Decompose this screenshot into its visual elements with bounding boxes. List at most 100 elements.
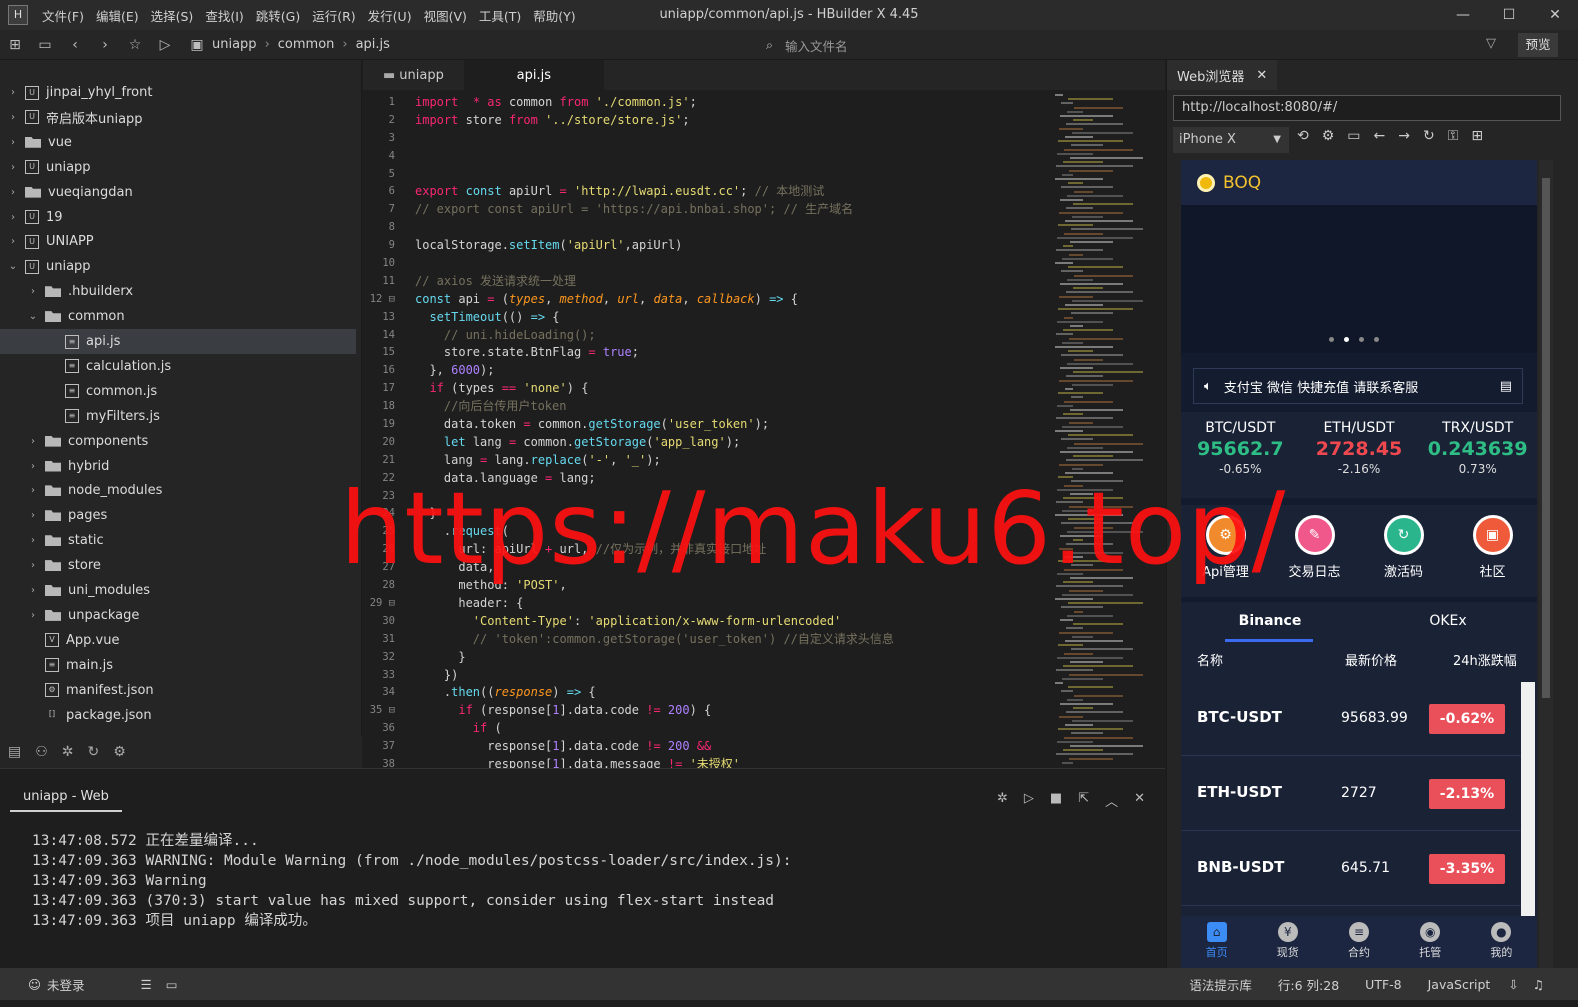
tree-item[interactable]: ≡ calculation.js xyxy=(0,354,356,379)
tree-item[interactable]: › vueqiangdan xyxy=(0,180,356,205)
code-area[interactable]: import * as common from './common.js'; im… xyxy=(415,94,1055,774)
lock-icon[interactable]: ⚿ xyxy=(1448,128,1459,144)
back-icon[interactable]: ‹ xyxy=(60,37,90,53)
collapse-icon[interactable]: ︿ xyxy=(1105,791,1118,810)
language-mode[interactable]: JavaScript xyxy=(1428,977,1491,992)
quick-action[interactable]: ↻ 激活码 xyxy=(1359,505,1448,597)
minimap[interactable] xyxy=(1055,94,1157,768)
save-icon[interactable]: ▭ xyxy=(30,37,60,53)
browser-scrollbar[interactable] xyxy=(1539,160,1553,968)
outline-icon[interactable]: ☰ xyxy=(141,977,152,992)
quick-action[interactable]: ✎ 交易日志 xyxy=(1270,505,1359,597)
tree-item[interactable]: [] package.json xyxy=(0,703,356,728)
debug-icon[interactable]: ✲ xyxy=(997,791,1008,810)
exchange-tab[interactable]: OKEx xyxy=(1359,602,1537,642)
tab-web-browser[interactable]: Web浏览器 ✕ xyxy=(1167,60,1278,90)
ticker-item[interactable]: BTC/USDT 95662.7 -0.65% xyxy=(1181,412,1300,498)
menu-item[interactable]: 查找(I) xyxy=(199,6,249,25)
forward-icon[interactable]: › xyxy=(90,37,120,53)
filter-icon[interactable]: ▽ xyxy=(1486,36,1496,51)
tree-item[interactable]: › U 帝启版本uniapp xyxy=(0,105,356,130)
tree-item[interactable]: ⚙ manifest.json xyxy=(0,678,356,703)
user-icon[interactable]: ☺ xyxy=(28,977,41,992)
tree-item[interactable]: › node_modules xyxy=(0,478,356,503)
list-scrollbar[interactable] xyxy=(1521,682,1535,918)
nav-item[interactable]: ≡ 合约 xyxy=(1323,916,1394,968)
tree-item[interactable]: › .hbuilderx xyxy=(0,279,356,304)
tree-item[interactable]: › U 19 xyxy=(0,205,356,230)
tree-item[interactable]: ≡ myFilters.js xyxy=(0,404,356,429)
plugins-icon[interactable]: ⚇ xyxy=(35,744,48,760)
download-icon[interactable]: ⇩ xyxy=(1508,977,1518,992)
nav-item[interactable]: ¥ 现货 xyxy=(1252,916,1323,968)
menu-item[interactable]: 发行(U) xyxy=(362,6,418,25)
syntax-hint[interactable]: 语法提示库 xyxy=(1189,975,1252,994)
debug-icon[interactable]: ✲ xyxy=(62,744,74,760)
cursor-position[interactable]: 行:6 列:28 xyxy=(1278,975,1339,994)
close-icon[interactable]: ✕ xyxy=(1532,0,1578,30)
refresh-icon[interactable]: ↻ xyxy=(1423,128,1435,144)
tree-item[interactable]: ≡ common.js xyxy=(0,379,356,404)
quick-action[interactable]: ▣ 社区 xyxy=(1448,505,1537,597)
list-icon[interactable]: ▤ xyxy=(1500,379,1512,394)
carousel-dot[interactable] xyxy=(1329,337,1334,342)
close-icon[interactable]: ✕ xyxy=(1256,68,1267,83)
menu-item[interactable]: 帮助(Y) xyxy=(527,6,581,25)
nav-item[interactable]: ⌂ 首页 xyxy=(1181,916,1252,968)
tree-item[interactable]: › hybrid xyxy=(0,454,356,479)
gear-icon[interactable]: ⚙ xyxy=(1322,128,1335,144)
login-status[interactable]: 未登录 xyxy=(47,975,85,994)
tree-item[interactable]: › Uuniapp xyxy=(0,155,356,180)
menu-item[interactable]: 视图(V) xyxy=(418,6,473,25)
exchange-tab[interactable]: Binance xyxy=(1181,602,1359,642)
tree-item[interactable]: ≡ main.js xyxy=(0,653,356,678)
tree-item[interactable]: › unpackage xyxy=(0,603,356,628)
stop-icon[interactable]: ■ xyxy=(1050,791,1062,810)
notice-bar[interactable]: 🔈︎ 支付宝 微信 快捷充值 请联系客服 ▤ xyxy=(1193,368,1523,404)
menu-item[interactable]: 选择(S) xyxy=(145,6,200,25)
preview-button[interactable]: 预览 xyxy=(1518,33,1558,57)
restart-icon[interactable]: ▷ xyxy=(1024,791,1034,810)
breadcrumb-item[interactable]: common xyxy=(278,37,335,52)
tree-item[interactable]: › uni_modules xyxy=(0,578,356,603)
minimize-icon[interactable]: — xyxy=(1440,0,1486,30)
breadcrumb-item[interactable]: api.js xyxy=(356,37,390,52)
menu-item[interactable]: 运行(R) xyxy=(306,6,361,25)
banner-carousel[interactable] xyxy=(1181,205,1537,353)
tree-item[interactable]: › U UNIAPP xyxy=(0,229,356,254)
tree-item[interactable]: › static xyxy=(0,528,356,553)
carousel-dot[interactable] xyxy=(1344,337,1349,342)
device-select[interactable]: iPhone X ▼ xyxy=(1173,127,1289,153)
carousel-dot[interactable] xyxy=(1374,337,1379,342)
star-icon[interactable]: ☆ xyxy=(120,37,150,53)
explorer-icon[interactable]: ▤ xyxy=(8,744,21,760)
source-control-icon[interactable]: ↻ xyxy=(88,744,100,760)
tree-item[interactable]: › pages xyxy=(0,503,356,528)
url-input[interactable]: http://localhost:8080/#/ xyxy=(1173,95,1561,121)
tree-item[interactable]: V App.vue xyxy=(0,628,356,653)
nav-item[interactable]: ● 我的 xyxy=(1466,916,1537,968)
carousel-dot[interactable] xyxy=(1359,337,1364,342)
tree-item[interactable]: › components xyxy=(0,429,356,454)
market-row[interactable]: ETH-USDT 2727 -2.13% xyxy=(1181,757,1521,831)
ticker-item[interactable]: ETH/USDT 2728.45 -2.16% xyxy=(1300,412,1419,498)
run-icon[interactable]: ▷ xyxy=(150,37,180,53)
tree-item[interactable]: › vue xyxy=(0,130,356,155)
scroll-thumb[interactable] xyxy=(1542,178,1550,698)
bell-icon[interactable]: ♫ xyxy=(1533,977,1544,992)
tab-api-js[interactable]: api.js xyxy=(463,60,604,90)
tree-item[interactable]: › store xyxy=(0,553,356,578)
console-tab[interactable]: uniapp - Web xyxy=(10,789,122,812)
menu-item[interactable]: 跳转(G) xyxy=(250,6,306,25)
encoding[interactable]: UTF-8 xyxy=(1365,977,1401,992)
maximize-icon[interactable]: ☐ xyxy=(1486,0,1532,30)
tree-item[interactable]: ≡ api.js xyxy=(0,329,356,354)
new-file-icon[interactable]: ⊞ xyxy=(0,37,30,53)
grid-icon[interactable]: ⊞ xyxy=(1471,128,1483,144)
quick-action[interactable]: ⚙ Api管理 xyxy=(1181,505,1270,597)
ticker-item[interactable]: TRX/USDT 0.243639 0.73% xyxy=(1418,412,1537,498)
open-external-icon[interactable]: ⇱ xyxy=(1078,791,1089,810)
forward-icon[interactable]: → xyxy=(1398,128,1410,144)
tree-item[interactable]: ⌄ common xyxy=(0,304,356,329)
tree-item[interactable]: ⌄ Uuniapp xyxy=(0,254,356,279)
